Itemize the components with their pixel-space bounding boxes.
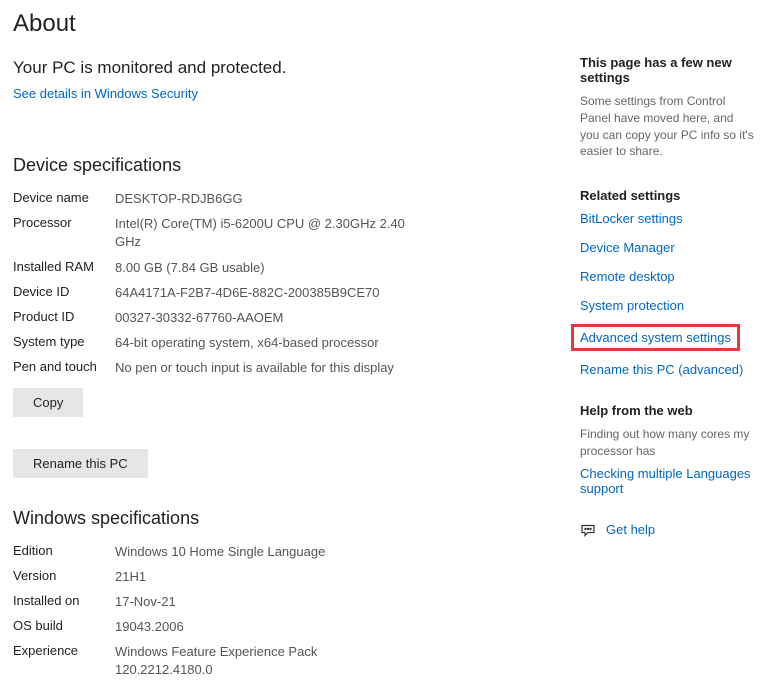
spec-label: OS build xyxy=(13,618,115,636)
bitlocker-link[interactable]: BitLocker settings xyxy=(580,211,756,226)
table-row: Device ID 64A4171A-F2B7-4D6E-882C-200385… xyxy=(13,284,580,302)
spec-label: Version xyxy=(13,568,115,586)
rename-pc-button[interactable]: Rename this PC xyxy=(13,449,148,478)
spec-value: Windows 10 Home Single Language xyxy=(115,543,325,561)
windows-specs-heading: Windows specifications xyxy=(13,508,580,529)
page-title: About xyxy=(13,10,580,38)
spec-value: DESKTOP-RDJB6GG xyxy=(115,190,243,208)
table-row: Experience Windows Feature Experience Pa… xyxy=(13,643,580,679)
help-from-web-text: Finding out how many cores my processor … xyxy=(580,426,756,460)
spec-value: 21H1 xyxy=(115,568,146,586)
spec-label: Installed RAM xyxy=(13,259,115,277)
spec-value: 64-bit operating system, x64-based proce… xyxy=(115,334,379,352)
spec-value: Windows Feature Experience Pack 120.2212… xyxy=(115,643,415,679)
get-help-link[interactable]: Get help xyxy=(606,522,655,537)
table-row: Device name DESKTOP-RDJB6GG xyxy=(13,190,580,208)
new-settings-heading: This page has a few new settings xyxy=(580,55,756,85)
windows-specs-table: Edition Windows 10 Home Single Language … xyxy=(13,543,580,680)
copy-button[interactable]: Copy xyxy=(13,388,83,417)
spec-value: Intel(R) Core(TM) i5-6200U CPU @ 2.30GHz… xyxy=(115,215,415,251)
spec-label: Device name xyxy=(13,190,115,208)
protection-status: Your PC is monitored and protected. xyxy=(13,58,580,78)
checking-languages-link[interactable]: Checking multiple Languages support xyxy=(580,466,751,496)
spec-value: 8.00 GB (7.84 GB usable) xyxy=(115,259,265,277)
table-row: Version 21H1 xyxy=(13,568,580,586)
table-row: Product ID 00327-30332-67760-AAOEM xyxy=(13,309,580,327)
spec-value: 00327-30332-67760-AAOEM xyxy=(115,309,283,327)
spec-label: Product ID xyxy=(13,309,115,327)
table-row: Edition Windows 10 Home Single Language xyxy=(13,543,580,561)
spec-label: System type xyxy=(13,334,115,352)
spec-value: No pen or touch input is available for t… xyxy=(115,359,394,377)
remote-desktop-link[interactable]: Remote desktop xyxy=(580,269,756,284)
see-details-link[interactable]: See details in Windows Security xyxy=(13,86,198,101)
related-settings-heading: Related settings xyxy=(580,188,756,203)
device-specs-heading: Device specifications xyxy=(13,155,580,176)
table-row: OS build 19043.2006 xyxy=(13,618,580,636)
spec-value: 17-Nov-21 xyxy=(115,593,176,611)
highlight-box: Advanced system settings xyxy=(571,324,740,351)
table-row: Installed on 17-Nov-21 xyxy=(13,593,580,611)
table-row: System type 64-bit operating system, x64… xyxy=(13,334,580,352)
new-settings-text: Some settings from Control Panel have mo… xyxy=(580,93,756,160)
spec-label: Device ID xyxy=(13,284,115,302)
spec-label: Pen and touch xyxy=(13,359,115,377)
spec-value: 64A4171A-F2B7-4D6E-882C-200385B9CE70 xyxy=(115,284,380,302)
spec-label: Installed on xyxy=(13,593,115,611)
system-protection-link[interactable]: System protection xyxy=(580,298,756,313)
table-row: Installed RAM 8.00 GB (7.84 GB usable) xyxy=(13,259,580,277)
chat-icon xyxy=(580,522,596,538)
advanced-system-settings-link[interactable]: Advanced system settings xyxy=(580,330,731,345)
table-row: Processor Intel(R) Core(TM) i5-6200U CPU… xyxy=(13,215,580,251)
help-from-web-heading: Help from the web xyxy=(580,403,756,418)
spec-value: 19043.2006 xyxy=(115,618,184,636)
spec-label: Experience xyxy=(13,643,115,679)
spec-label: Processor xyxy=(13,215,115,251)
device-specs-table: Device name DESKTOP-RDJB6GG Processor In… xyxy=(13,190,580,378)
table-row: Pen and touch No pen or touch input is a… xyxy=(13,359,580,377)
spec-label: Edition xyxy=(13,543,115,561)
device-manager-link[interactable]: Device Manager xyxy=(580,240,756,255)
rename-pc-advanced-link[interactable]: Rename this PC (advanced) xyxy=(580,362,756,377)
